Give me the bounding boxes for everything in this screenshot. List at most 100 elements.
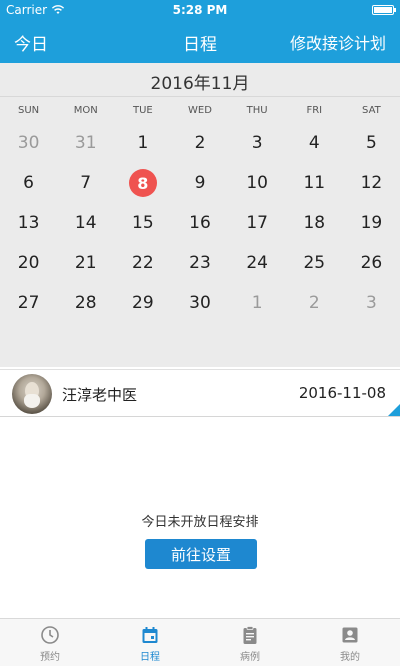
calendar-day-number: 3 xyxy=(366,293,377,313)
calendar-day[interactable]: 7 xyxy=(57,163,114,203)
tab-clock[interactable]: 预约 xyxy=(0,619,100,666)
calendar-day-number: 30 xyxy=(17,133,40,153)
calendar-day[interactable]: 1 xyxy=(114,123,171,163)
calendar-day-number: 29 xyxy=(132,293,154,313)
calendar-day[interactable]: 26 xyxy=(343,243,400,283)
calendar-day-number: 24 xyxy=(246,253,268,273)
calendar-day-number: 11 xyxy=(303,173,326,193)
calendar-day-number: 23 xyxy=(189,253,211,273)
calendar-day[interactable]: 14 xyxy=(57,203,114,243)
weekday-label-mon: MON xyxy=(73,105,98,116)
calendar-day-number: 7 xyxy=(80,173,92,193)
calendar-day[interactable]: 22 xyxy=(114,243,171,283)
calendar-day[interactable]: 3 xyxy=(229,123,286,163)
calendar-day-number: 12 xyxy=(360,173,383,193)
weekday-label-sun: SUN xyxy=(17,105,40,116)
calendar-day-number: 13 xyxy=(17,213,40,233)
calendar-day[interactable]: 19 xyxy=(343,203,400,243)
go-to-settings-button[interactable]: 前往设置 xyxy=(145,539,257,569)
weekday-label-thu: THU xyxy=(246,105,268,116)
calendar-day[interactable]: 3 xyxy=(343,283,400,323)
calendar-day[interactable]: 30 xyxy=(171,283,228,323)
calendar-day[interactable]: 28 xyxy=(57,283,114,323)
calendar-day[interactable]: 21 xyxy=(57,243,114,283)
tab-calendar[interactable]: 日程 xyxy=(100,619,200,666)
calendar-day[interactable]: 27 xyxy=(0,283,57,323)
calendar-day[interactable]: 15 xyxy=(114,203,171,243)
calendar-day[interactable]: 2 xyxy=(171,123,228,163)
calendar-day[interactable]: 6 xyxy=(0,163,57,203)
calendar-day-number: 19 xyxy=(360,213,383,233)
calendar-day[interactable]: 2 xyxy=(286,283,343,323)
calendar-day-number: 16 xyxy=(189,213,211,233)
calendar-icon xyxy=(140,625,160,645)
clock-icon xyxy=(40,625,60,645)
calendar-day[interactable]: 9 xyxy=(171,163,228,203)
calendar-day-number: 15 xyxy=(132,213,154,233)
battery-fill xyxy=(374,7,392,13)
calendar-day[interactable]: 17 xyxy=(229,203,286,243)
status-time: 5:28 PM xyxy=(172,3,228,17)
tab-clipboard[interactable]: 病例 xyxy=(200,619,300,666)
calendar-grid: 30 31 1 2 3 4 5 6 7 8 9 10 11 12 13 14 15 16 17 18 19 20 21 22 2… xyxy=(0,123,400,323)
calendar-day-number: 17 xyxy=(246,213,268,233)
calendar-day-number: 26 xyxy=(360,253,383,273)
tab-label: 预约 xyxy=(40,652,60,663)
calendar-day-number: 25 xyxy=(303,253,326,273)
calendar-day-number: 20 xyxy=(17,253,40,273)
nav-bar: 今日 日程 修改接诊计划 xyxy=(0,20,400,63)
tab-person[interactable]: 我的 xyxy=(300,619,400,666)
calendar-day-number: 6 xyxy=(23,173,34,193)
tab-label: 病例 xyxy=(240,652,260,663)
calendar-day-number: 31 xyxy=(74,133,97,153)
empty-state-message: 今日未开放日程安排 xyxy=(141,515,259,530)
calendar-day[interactable]: 20 xyxy=(0,243,57,283)
calendar-day[interactable]: 30 xyxy=(0,123,57,163)
today-button[interactable]: 今日 xyxy=(14,30,48,55)
avatar xyxy=(12,374,52,414)
calendar: 2016年11月 SUN MON TUE WED THU FRI SAT 30 31 1 2 3 4 5… xyxy=(0,63,400,367)
calendar-day[interactable]: 23 xyxy=(171,243,228,283)
battery-icon xyxy=(372,5,396,15)
calendar-day[interactable]: 29 xyxy=(114,283,171,323)
calendar-day[interactable]: 10 xyxy=(229,163,286,203)
calendar-day-number: 14 xyxy=(74,213,97,233)
calendar-day-number: 9 xyxy=(194,173,206,193)
calendar-day-number: 18 xyxy=(303,213,326,233)
month-title: 2016年11月 xyxy=(0,63,400,97)
weekday-label-wed: WED xyxy=(188,105,212,116)
doctor-row[interactable]: 汪淳老中医 2016-11-08 xyxy=(0,369,400,417)
calendar-day[interactable]: 11 xyxy=(286,163,343,203)
calendar-day[interactable]: 5 xyxy=(343,123,400,163)
calendar-day[interactable]: 16 xyxy=(171,203,228,243)
calendar-day-number: 2 xyxy=(308,293,320,313)
calendar-day-number: 27 xyxy=(17,293,40,313)
tab-label: 日程 xyxy=(140,652,160,663)
avatar-beard xyxy=(24,394,40,408)
weekday-label-fri: FRI xyxy=(306,105,323,116)
person-icon xyxy=(340,625,360,645)
calendar-day-number: 8 xyxy=(128,169,157,197)
calendar-day[interactable]: 4 xyxy=(286,123,343,163)
calendar-day[interactable]: 12 xyxy=(343,163,400,203)
calendar-day-selected[interactable]: 8 xyxy=(114,163,171,203)
weekday-label-sat: SAT xyxy=(362,105,381,116)
calendar-day-number: 22 xyxy=(132,253,154,273)
calendar-day-number: 4 xyxy=(308,133,320,153)
calendar-day-number: 1 xyxy=(137,133,149,153)
calendar-day-number: 5 xyxy=(366,133,377,153)
calendar-day[interactable]: 31 xyxy=(57,123,114,163)
calendar-day[interactable]: 25 xyxy=(286,243,343,283)
weekday-label-tue: TUE xyxy=(132,105,153,116)
edit-schedule-button[interactable]: 修改接诊计划 xyxy=(290,30,386,54)
calendar-day[interactable]: 1 xyxy=(229,283,286,323)
calendar-day-number: 10 xyxy=(246,173,268,193)
corner-marker xyxy=(388,404,400,416)
calendar-day[interactable]: 24 xyxy=(229,243,286,283)
calendar-day-number: 3 xyxy=(251,133,263,153)
app-header: Carrier 5:28 PM 今日 日程 修改接诊计划 xyxy=(0,0,400,63)
tab-bar: 预约 日程 病例 我的 xyxy=(0,618,400,666)
calendar-day[interactable]: 18 xyxy=(286,203,343,243)
calendar-day[interactable]: 13 xyxy=(0,203,57,243)
calendar-day-number: 21 xyxy=(74,253,97,273)
